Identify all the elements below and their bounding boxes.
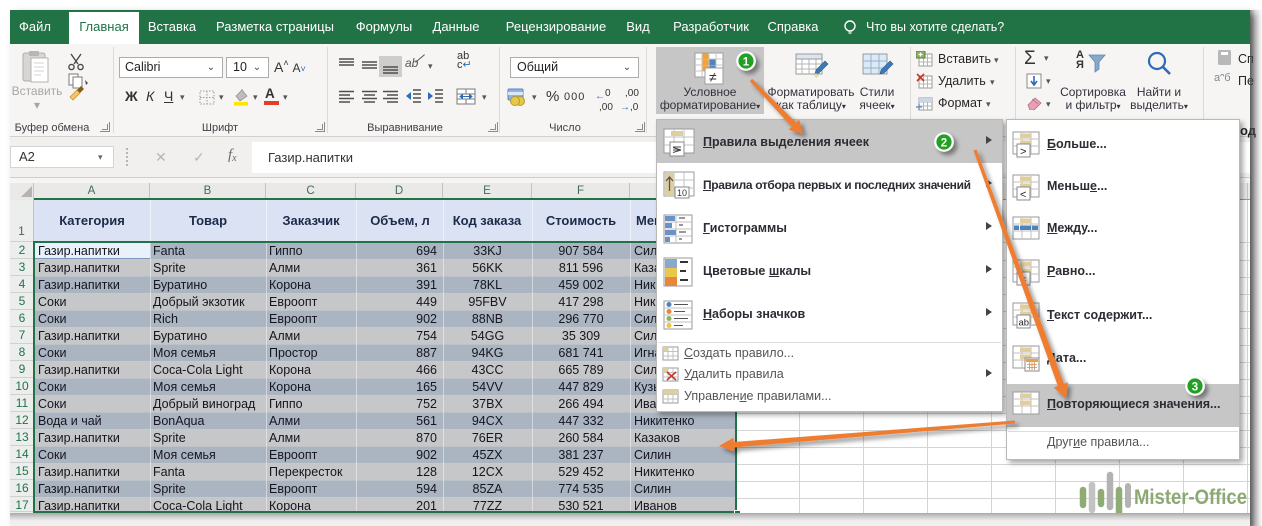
svg-text:=: =	[1020, 274, 1026, 286]
svg-text:≠: ≠	[709, 69, 717, 85]
svg-text:10: 10	[677, 188, 687, 198]
svg-text:Mister-Office: Mister-Office	[1134, 486, 1247, 509]
svg-text:>: >	[1020, 146, 1026, 158]
svg-text:<: <	[1020, 189, 1026, 201]
svg-text:ab: ab	[1019, 318, 1030, 329]
